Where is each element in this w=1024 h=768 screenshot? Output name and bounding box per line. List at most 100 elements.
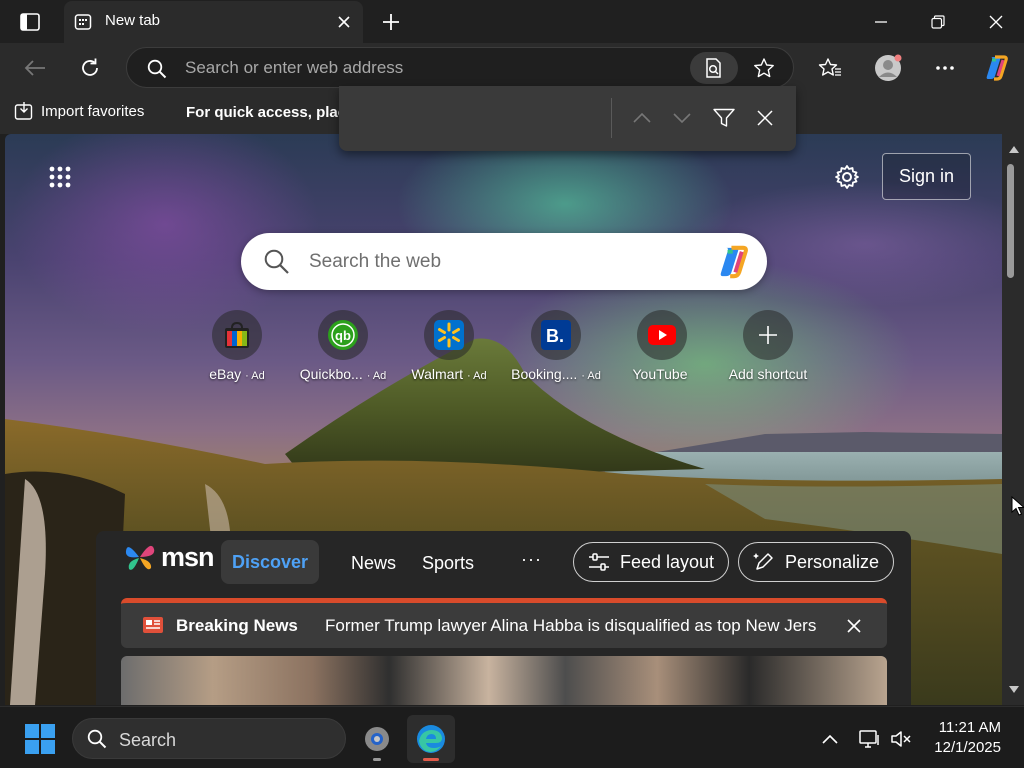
apps-launcher-button[interactable] bbox=[45, 162, 75, 192]
scroll-down-icon[interactable] bbox=[1008, 685, 1020, 695]
scrollbar-thumb[interactable] bbox=[1007, 164, 1014, 278]
personalize-button[interactable]: Personalize bbox=[738, 542, 895, 582]
more-tabs-button[interactable]: ··· bbox=[521, 549, 542, 570]
taskbar-app-edge[interactable] bbox=[407, 715, 455, 763]
sparkle-pencil-icon bbox=[753, 553, 773, 570]
breaking-news-close-button[interactable] bbox=[843, 615, 865, 637]
profile-button[interactable] bbox=[873, 53, 903, 83]
page-search-icon bbox=[706, 58, 721, 78]
toolbar bbox=[0, 43, 1024, 91]
shortcut-quickbooks[interactable]: qb Quickbo... · Ad bbox=[288, 310, 398, 382]
copilot-button[interactable] bbox=[982, 53, 1012, 83]
find-on-page-bar bbox=[339, 86, 796, 151]
restore-button[interactable] bbox=[924, 9, 952, 35]
find-options-button[interactable] bbox=[711, 105, 737, 131]
copilot-icon bbox=[720, 245, 748, 279]
page-settings-button[interactable] bbox=[831, 161, 863, 193]
msn-feed: msn Discover News Sports ··· Feed layout… bbox=[96, 531, 911, 705]
youtube-icon bbox=[648, 325, 676, 345]
filter-icon bbox=[713, 108, 735, 127]
taskbar-search[interactable]: Search bbox=[72, 718, 346, 759]
taskbar-app-settings[interactable] bbox=[353, 715, 401, 763]
top-story-image[interactable] bbox=[121, 656, 887, 705]
settings-and-more-button[interactable] bbox=[930, 53, 960, 83]
shortcut-label: Walmart bbox=[411, 366, 463, 382]
sliders-icon bbox=[589, 553, 609, 571]
read-aloud-button[interactable] bbox=[690, 52, 738, 84]
back-button[interactable] bbox=[20, 53, 50, 83]
find-input[interactable] bbox=[349, 96, 604, 138]
avatar-icon bbox=[875, 54, 902, 81]
search-icon bbox=[87, 729, 107, 749]
chevron-down-icon bbox=[673, 113, 691, 124]
tab-close-button[interactable] bbox=[334, 12, 354, 32]
shortcut-add[interactable]: Add shortcut bbox=[713, 310, 823, 382]
shortcut-tile bbox=[212, 310, 262, 360]
tab-sports[interactable]: Sports bbox=[422, 553, 474, 574]
find-close-button[interactable] bbox=[752, 105, 778, 131]
find-separator bbox=[611, 98, 612, 138]
import-icon bbox=[14, 102, 33, 120]
sign-in-button[interactable]: Sign in bbox=[882, 153, 971, 200]
breaking-news-headline[interactable]: Former Trump lawyer Alina Habba is disqu… bbox=[325, 616, 817, 636]
import-favorites-label: Import favorites bbox=[41, 102, 145, 120]
page-scrollbar[interactable] bbox=[1002, 134, 1024, 705]
shortcut-booking[interactable]: B. Booking.... · Ad bbox=[501, 310, 611, 382]
msn-logo[interactable]: msn bbox=[123, 541, 215, 573]
find-previous-button[interactable] bbox=[629, 105, 655, 131]
chevron-up-icon bbox=[633, 112, 651, 123]
feed-layout-label: Feed layout bbox=[620, 551, 715, 572]
tab-new-tab[interactable]: New tab bbox=[64, 1, 363, 43]
msn-butterfly-icon bbox=[125, 545, 155, 570]
msn-wordmark: msn bbox=[161, 541, 215, 572]
active-indicator bbox=[423, 758, 439, 761]
new-tab-icon bbox=[74, 14, 92, 30]
web-search-input[interactable] bbox=[309, 233, 699, 290]
shortcut-ebay[interactable]: eBay · Ad bbox=[182, 310, 292, 382]
more-icon bbox=[936, 66, 954, 70]
booking-icon: B. bbox=[541, 320, 571, 350]
find-next-button[interactable] bbox=[669, 105, 695, 131]
news-icon bbox=[143, 617, 163, 633]
star-icon bbox=[754, 58, 774, 78]
minimize-button[interactable] bbox=[867, 9, 895, 35]
ad-badge: · Ad bbox=[581, 370, 601, 382]
close-window-button[interactable] bbox=[982, 9, 1010, 35]
windows-start-icon[interactable] bbox=[24, 723, 56, 755]
add-favorite-button[interactable] bbox=[749, 54, 779, 82]
favorites-button[interactable] bbox=[815, 53, 845, 83]
settings-gear-icon bbox=[365, 727, 389, 751]
copilot-search-button[interactable] bbox=[715, 243, 753, 281]
feed-layout-button[interactable]: Feed layout bbox=[573, 542, 730, 582]
tab-actions-button[interactable] bbox=[16, 9, 44, 35]
shortcut-youtube[interactable]: YouTube bbox=[607, 310, 717, 382]
tab-title: New tab bbox=[105, 12, 161, 29]
favorites-star-icon bbox=[818, 58, 841, 76]
tab-discover[interactable]: Discover bbox=[221, 540, 319, 584]
address-input[interactable] bbox=[185, 48, 675, 87]
breaking-news-banner[interactable]: Breaking News Former Trump lawyer Alina … bbox=[121, 598, 887, 648]
shortcut-label: Quickbo... bbox=[299, 366, 363, 382]
ad-badge: · Ad bbox=[366, 370, 387, 382]
import-favorites-button[interactable]: Import favorites bbox=[14, 101, 144, 121]
taskbar-search-label: Search bbox=[119, 730, 177, 750]
shortcut-label: Add shortcut bbox=[728, 366, 808, 382]
title-bar: New tab bbox=[0, 0, 1024, 43]
show-hidden-icons-button[interactable] bbox=[818, 727, 842, 751]
search-icon bbox=[264, 249, 289, 274]
address-bar[interactable] bbox=[126, 47, 794, 88]
minimize-icon bbox=[875, 21, 887, 23]
scroll-up-icon[interactable] bbox=[1008, 144, 1020, 154]
web-search-box[interactable] bbox=[241, 233, 767, 290]
volume-button[interactable] bbox=[889, 727, 913, 751]
network-icon bbox=[859, 730, 879, 748]
volume-muted-icon bbox=[891, 731, 911, 747]
clock-date: 12/1/2025 bbox=[934, 739, 1001, 756]
system-clock[interactable]: 11:21 AM 12/1/2025 bbox=[925, 718, 1001, 758]
tab-news[interactable]: News bbox=[351, 553, 396, 574]
refresh-button[interactable] bbox=[75, 53, 105, 83]
arrow-left-icon bbox=[24, 60, 45, 76]
new-tab-button[interactable] bbox=[378, 9, 404, 35]
network-button[interactable] bbox=[858, 727, 882, 751]
shortcut-walmart[interactable]: Walmart · Ad bbox=[394, 310, 504, 382]
